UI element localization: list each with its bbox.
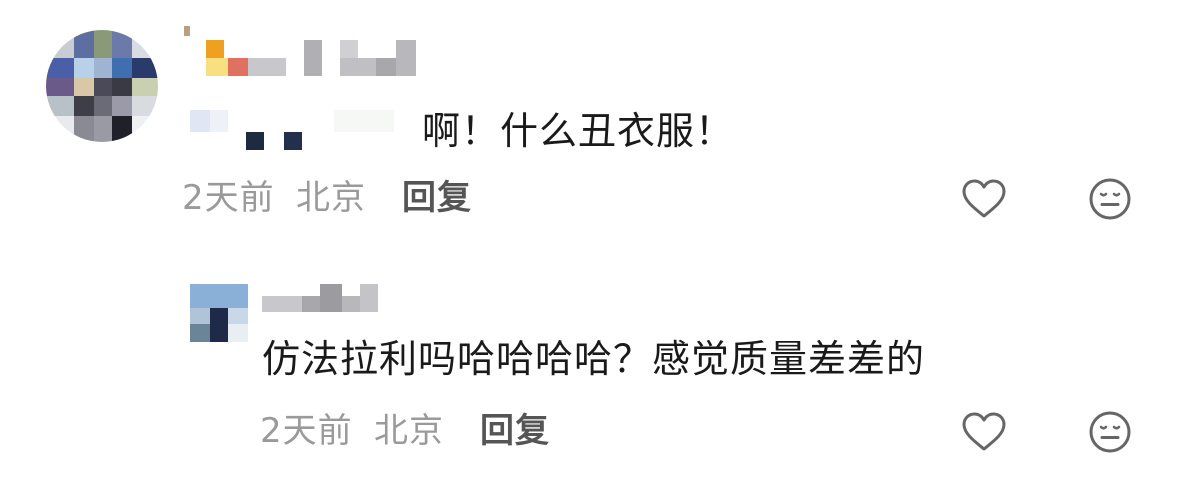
comment-time: 2天前 [182,178,275,218]
reply-text: 仿法拉利吗哈哈哈哈？感觉质量差差的 [262,337,926,381]
comment-text: 啊！什么丑衣服！ [422,109,735,153]
neutral-face-icon[interactable] [1086,408,1134,456]
heart-outline-icon[interactable] [960,408,1008,456]
reply-username[interactable] [262,282,402,318]
username[interactable] [184,20,424,80]
reply-location: 北京 [374,411,444,451]
avatar[interactable] [46,30,158,142]
reply-avatar[interactable] [190,284,248,342]
reply-time: 2天前 [260,411,353,451]
reply-button[interactable]: 回复 [480,414,550,448]
user-badge [184,110,414,154]
comment-location: 北京 [296,178,366,218]
reply-button[interactable]: 回复 [402,181,472,215]
heart-outline-icon[interactable] [960,175,1008,223]
neutral-face-icon[interactable] [1086,175,1134,223]
